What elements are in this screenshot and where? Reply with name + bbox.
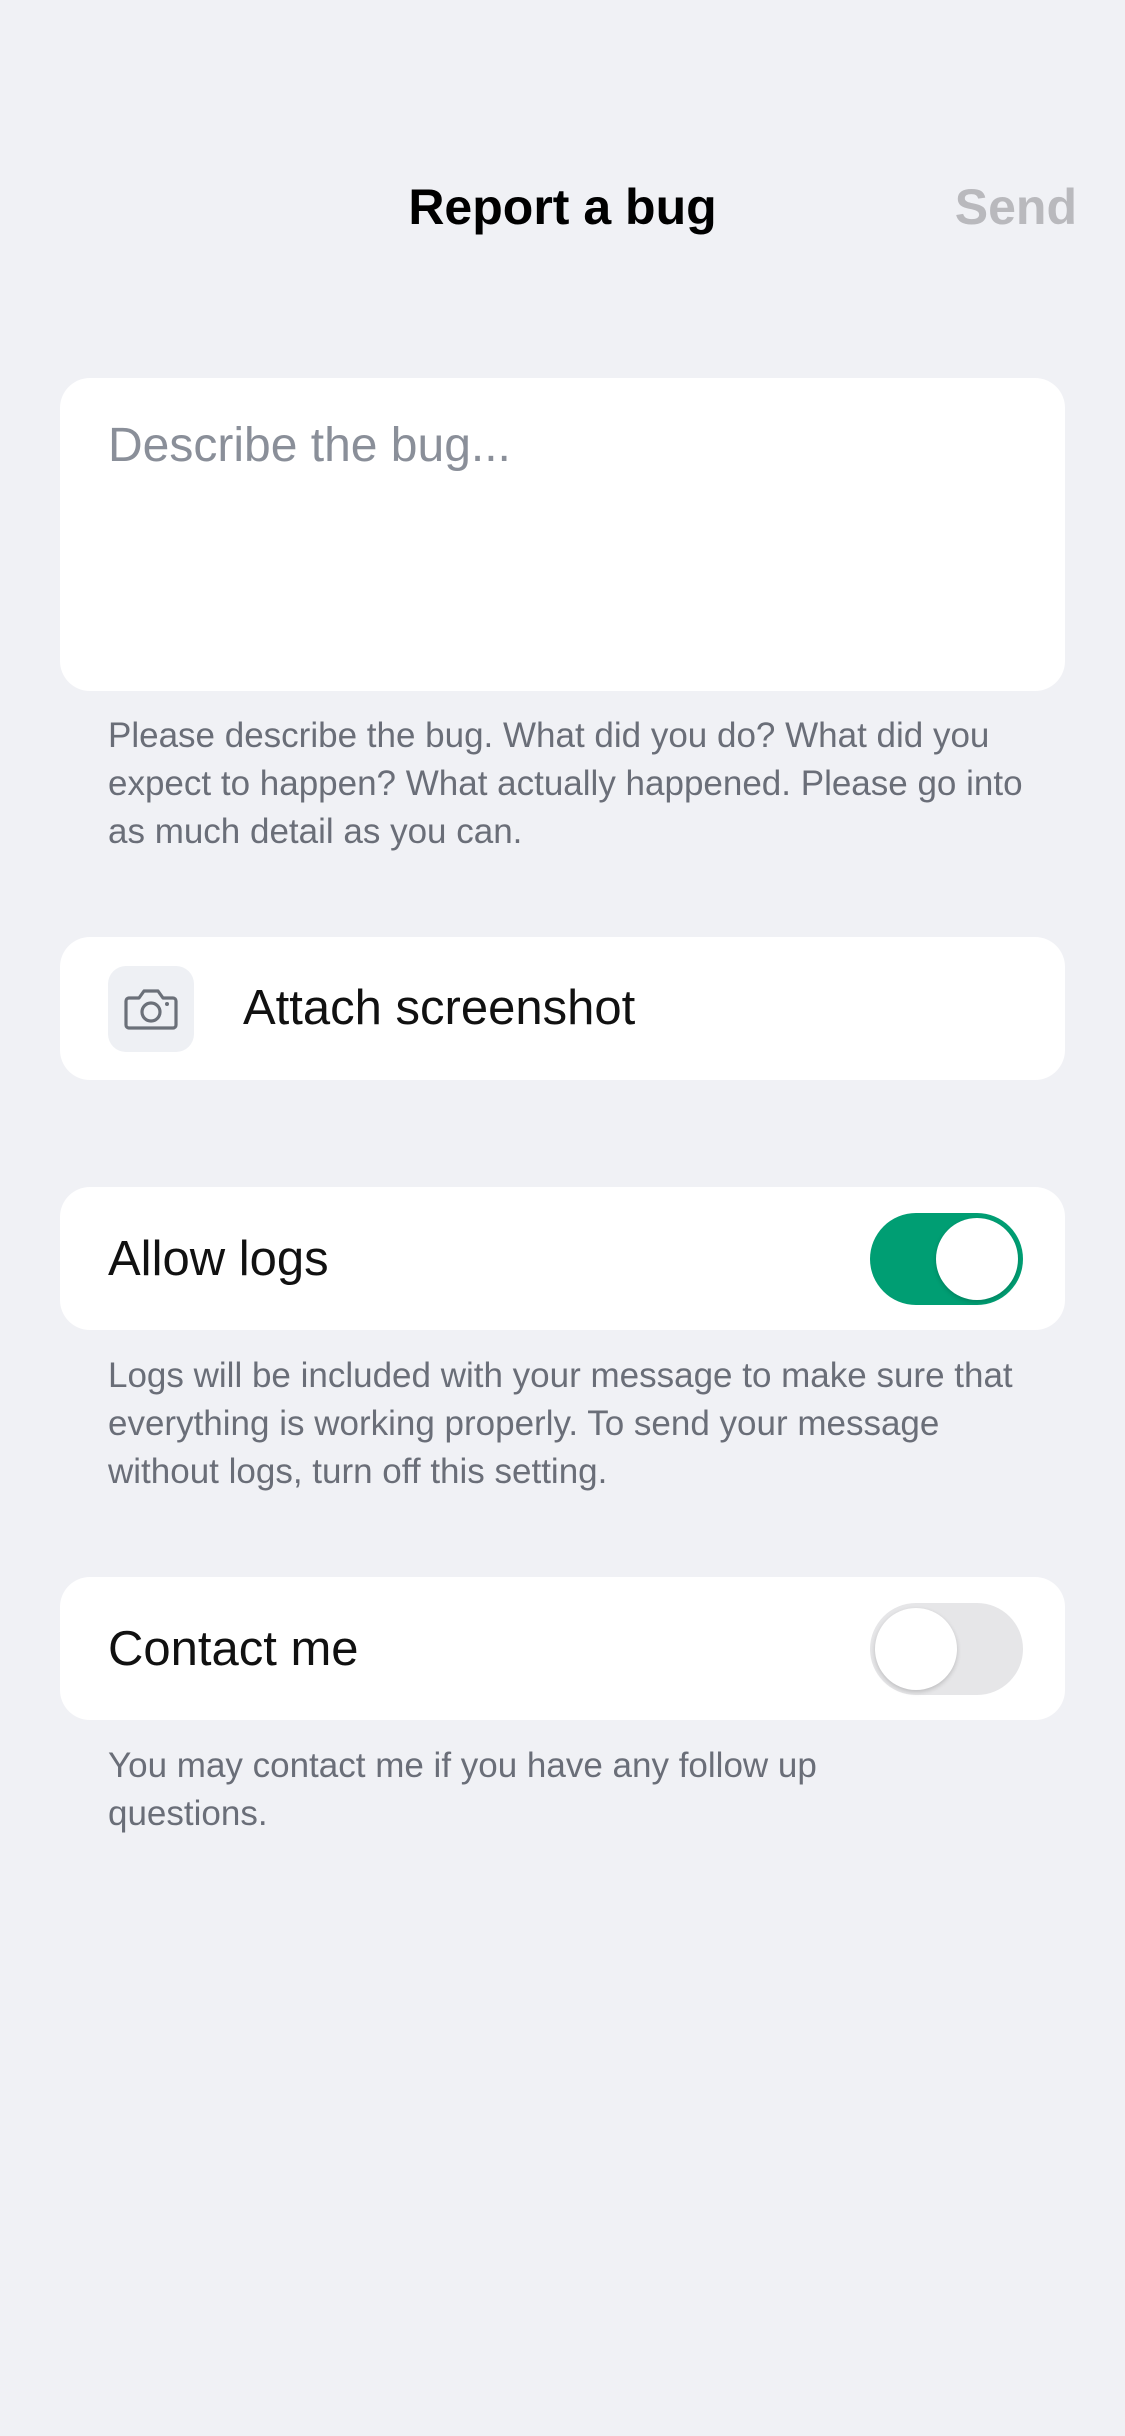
description-card [60,378,1065,691]
navigation-header: Report a bug Send [0,160,1125,256]
allow-logs-label: Allow logs [108,1232,329,1286]
description-hint: Please describe the bug. What did you do… [108,716,1023,851]
contact-me-hint: You may contact me if you have any follo… [108,1746,817,1833]
attach-screenshot-button[interactable]: Attach screenshot [60,937,1065,1080]
allow-logs-hint: Logs will be included with your message … [108,1356,1013,1491]
toggle-knob [875,1608,957,1690]
bug-description-input[interactable] [108,418,1018,658]
contact-me-row: Contact me [60,1577,1065,1720]
allow-logs-row: Allow logs [60,1187,1065,1330]
send-button[interactable]: Send [955,178,1077,236]
contact-me-toggle[interactable] [870,1603,1023,1695]
attach-screenshot-label: Attach screenshot [243,981,636,1035]
toggle-knob [936,1218,1018,1300]
contact-me-label: Contact me [108,1622,359,1676]
camera-icon [108,966,194,1052]
allow-logs-toggle[interactable] [870,1213,1023,1305]
